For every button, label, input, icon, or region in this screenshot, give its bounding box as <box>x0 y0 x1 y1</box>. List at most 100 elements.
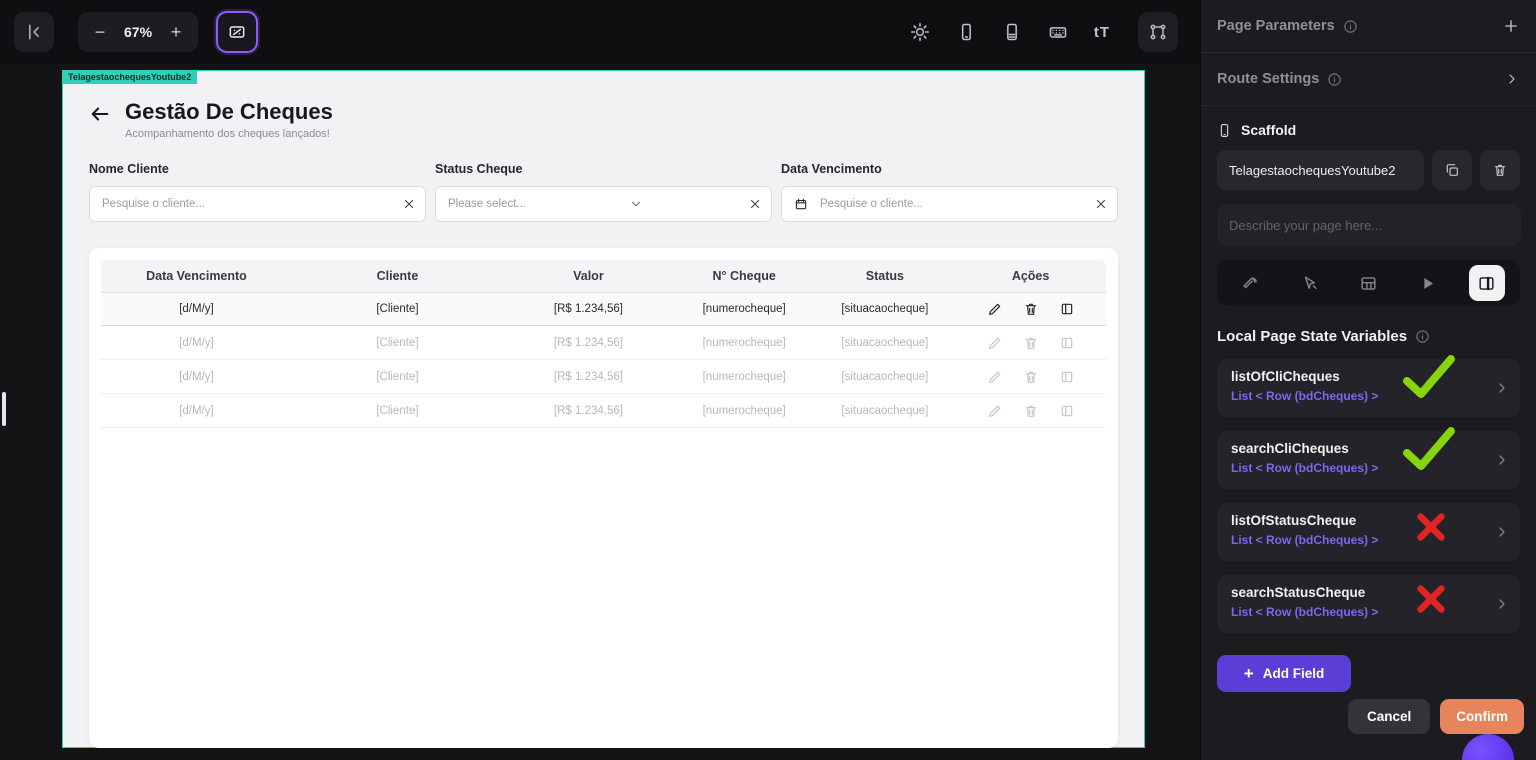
variable-card[interactable]: searchStatusCheque List < Row (bdCheques… <box>1217 575 1520 633</box>
canvas-scrollbar[interactable] <box>2 392 6 426</box>
open-variable-button[interactable] <box>1494 596 1510 612</box>
chevron-down-icon <box>629 197 643 211</box>
cliente-search-field[interactable] <box>89 186 426 222</box>
column-header: Cliente <box>376 269 419 283</box>
cell-data-vencimento: [d/M/y] <box>179 303 214 315</box>
help-chat-button[interactable] <box>1462 734 1514 760</box>
page-frame[interactable]: TelagestaochequesYoutube2 Gestão De Cheq… <box>62 70 1145 748</box>
column-header: Status <box>865 269 904 283</box>
table-row[interactable]: [d/M/y] [Cliente] [R$ 1.234,56] [numeroc… <box>101 360 1106 394</box>
tab-interactions[interactable] <box>1292 265 1328 301</box>
variable-card[interactable]: listOfStatusCheque List < Row (bdCheques… <box>1217 503 1520 561</box>
variable-card[interactable]: searchCliCheques List < Row (bdCheques) … <box>1217 427 1520 489</box>
delete-button[interactable] <box>1023 335 1039 351</box>
page-header: Gestão De Cheques Acompanhamento dos che… <box>89 99 1118 140</box>
phone-icon <box>956 22 976 42</box>
edit-button[interactable] <box>987 369 1003 385</box>
tab-page-properties[interactable] <box>1468 265 1505 301</box>
variable-name: listOfStatusCheque <box>1231 513 1357 528</box>
cursor-icon <box>1300 274 1319 293</box>
edit-button[interactable] <box>987 335 1003 351</box>
close-icon <box>402 197 416 211</box>
play-icon <box>1418 274 1437 293</box>
node-tree-button[interactable] <box>1138 12 1178 52</box>
status-select-field[interactable] <box>435 186 772 222</box>
clear-status-button[interactable] <box>748 197 762 211</box>
data-vencimento-input[interactable] <box>782 187 1117 221</box>
table-row[interactable]: [d/M/y] [Cliente] [R$ 1.234,56] [numeroc… <box>101 394 1106 428</box>
theme-toggle-button[interactable] <box>910 22 930 42</box>
clear-data-button[interactable] <box>1094 197 1108 211</box>
info-icon <box>1343 19 1358 34</box>
delete-page-button[interactable] <box>1480 150 1520 190</box>
device-icon <box>1002 22 1022 42</box>
chevron-right-icon <box>1494 452 1510 468</box>
text-scale-button[interactable]: tT <box>1094 24 1110 41</box>
phone-preview-button[interactable] <box>956 22 976 42</box>
tab-run[interactable] <box>1410 265 1446 301</box>
cell-status: [situacaocheque] <box>841 370 929 383</box>
design-canvas[interactable]: TelagestaochequesYoutube2 Gestão De Cheq… <box>0 64 1200 760</box>
chevron-right-icon <box>1494 380 1510 396</box>
keyboard-toggle-button[interactable] <box>1048 22 1068 42</box>
details-icon <box>1059 301 1075 317</box>
copy-icon <box>1444 162 1460 178</box>
page-description-input[interactable] <box>1217 204 1521 246</box>
expand-route-settings-button[interactable] <box>1504 71 1520 87</box>
close-icon <box>1094 197 1108 211</box>
close-icon <box>748 197 762 211</box>
state-variables-header: Local Page State Variables <box>1217 328 1520 345</box>
cell-status: [situacaocheque] <box>841 336 929 349</box>
page-parameters-row[interactable]: Page Parameters <box>1201 0 1536 53</box>
table-row[interactable]: [d/M/y] [Cliente] [R$ 1.234,56] [numeroc… <box>101 292 1106 326</box>
route-settings-row[interactable]: Route Settings <box>1201 53 1536 106</box>
open-variable-button[interactable] <box>1494 380 1510 396</box>
zoom-in-button[interactable]: + <box>166 22 186 43</box>
variable-type: List < Row (bdCheques) > <box>1231 605 1379 619</box>
filters-row: Nome Cliente Status Cheque <box>89 162 1118 222</box>
delete-button[interactable] <box>1023 301 1039 317</box>
page-name-input[interactable] <box>1217 150 1424 190</box>
confirm-button[interactable]: Confirm <box>1440 699 1524 734</box>
scaffold-header: Scaffold <box>1217 122 1520 138</box>
edit-button[interactable] <box>987 403 1003 419</box>
cell-cliente: [Cliente] <box>376 303 419 315</box>
edit-button[interactable] <box>987 301 1003 317</box>
collapse-panel-button[interactable] <box>14 12 54 52</box>
back-button[interactable] <box>89 103 111 125</box>
delete-button[interactable] <box>1023 369 1039 385</box>
cell-status: [situacaocheque] <box>841 303 929 315</box>
cell-acoes <box>955 369 1106 385</box>
variables-icon <box>227 22 247 42</box>
filter-label: Data Vencimento <box>781 162 882 176</box>
tab-build-tools[interactable] <box>1233 265 1269 301</box>
delete-button[interactable] <box>1023 403 1039 419</box>
details-button[interactable] <box>1059 403 1075 419</box>
zoom-out-button[interactable]: − <box>90 22 110 43</box>
details-button[interactable] <box>1059 301 1075 317</box>
copy-page-name-button[interactable] <box>1432 150 1472 190</box>
variables-mode-button[interactable] <box>216 11 259 53</box>
cliente-search-input[interactable] <box>90 187 425 221</box>
arrow-left-icon <box>89 103 111 125</box>
cell-cliente: [Cliente] <box>376 336 419 349</box>
details-button[interactable] <box>1059 369 1075 385</box>
trash-icon <box>1492 162 1508 178</box>
clear-cliente-button[interactable] <box>402 197 416 211</box>
cancel-button[interactable]: Cancel <box>1347 699 1431 734</box>
device-frame-button[interactable] <box>1002 22 1022 42</box>
open-variable-button[interactable] <box>1494 524 1510 540</box>
edit-icon <box>987 369 1003 385</box>
top-toolbar: − 67% + tT <box>0 0 1200 64</box>
table-row[interactable]: [d/M/y] [Cliente] [R$ 1.234,56] [numeroc… <box>101 326 1106 360</box>
details-button[interactable] <box>1059 335 1075 351</box>
data-vencimento-field[interactable] <box>781 186 1118 222</box>
variable-card[interactable]: listOfCliCheques List < Row (bdCheques) … <box>1217 355 1520 417</box>
cell-acoes <box>955 403 1106 419</box>
add-field-button[interactable]: + Add Field <box>1217 655 1351 692</box>
tab-data[interactable] <box>1351 265 1387 301</box>
open-variable-button[interactable] <box>1494 452 1510 468</box>
add-parameter-button[interactable] <box>1502 17 1520 35</box>
status-select-input[interactable] <box>436 187 771 221</box>
scaffold-label: Scaffold <box>1241 122 1297 138</box>
